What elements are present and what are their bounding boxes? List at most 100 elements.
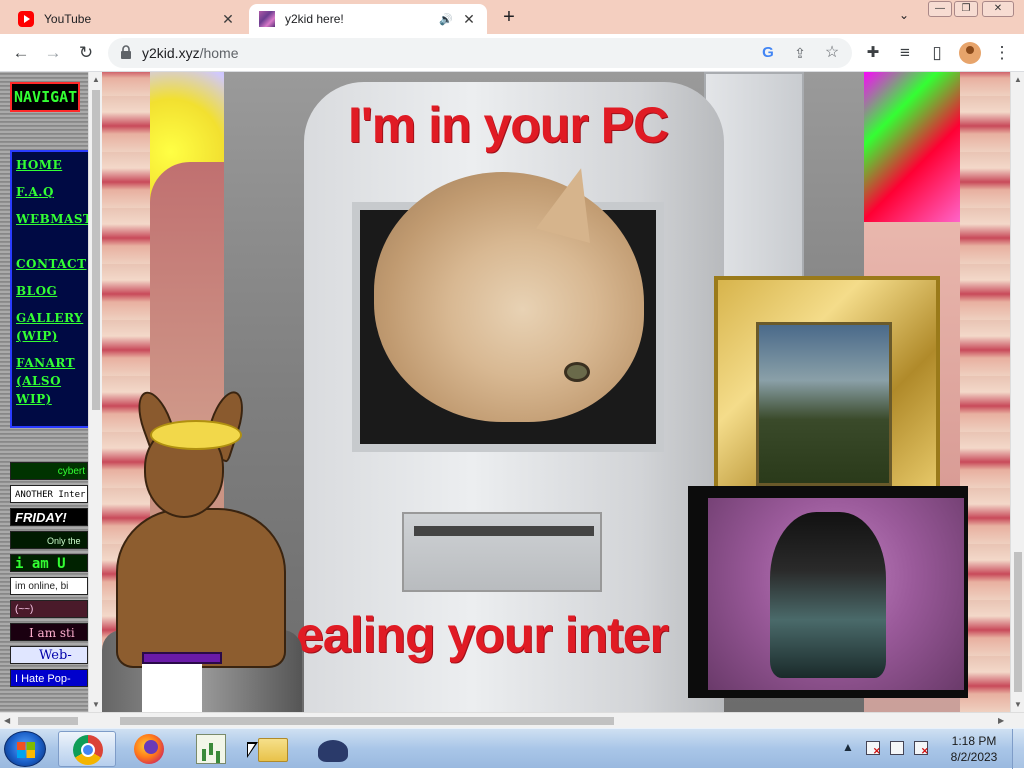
nav-link-webmaster[interactable]: WEBMASTER (16, 210, 88, 228)
side-panel-icon[interactable]: ▯ (926, 42, 948, 64)
clock-date: 8/2/2023 (950, 750, 998, 764)
forward-icon[interactable]: → (42, 42, 64, 64)
badge-button[interactable]: Web- (10, 646, 88, 664)
network-icon[interactable] (890, 741, 904, 755)
url-text[interactable]: y2kid.xyz/home (142, 45, 239, 61)
badge-button[interactable]: Only the (10, 531, 88, 549)
noisy-photo-image (688, 486, 968, 698)
url-host: y2kid.xyz (142, 45, 200, 61)
gold-frame-painting-image (714, 276, 940, 496)
volume-muted-icon[interactable] (914, 741, 929, 757)
character-belt (142, 652, 222, 664)
nav-link-gallery[interactable]: GALLERY (WIP) (16, 309, 86, 345)
scrollbar-thumb[interactable] (1014, 552, 1022, 692)
nav-link-blog[interactable]: BLOG (16, 282, 88, 300)
scrollbar-thumb[interactable] (92, 90, 100, 410)
menu-icon[interactable]: ⋮ (991, 42, 1013, 64)
tab-title: YouTube (44, 12, 92, 26)
badge-button[interactable]: ANOTHER Inter (10, 485, 88, 503)
nav-list: HOME F.A.Q WEBMASTER CONTACT BLOG GALLER… (10, 150, 88, 428)
scrollbar-thumb[interactable] (120, 717, 614, 725)
main-collage: I'm in your PC ealing your inter (102, 72, 1010, 712)
reload-icon[interactable]: ↻ (75, 42, 97, 64)
nav-heading: NAVIGATION (10, 82, 80, 112)
tab-title: y2kid here! (285, 12, 344, 26)
scroll-up-arrow-icon[interactable]: ▲ (92, 75, 100, 84)
mouse-cursor-icon (247, 742, 258, 758)
tab-search-icon[interactable]: ⌄ (894, 8, 914, 28)
taskbar-app-game[interactable] (306, 731, 364, 767)
nav-link-contact[interactable]: CONTACT (16, 255, 88, 273)
badge-button[interactable]: (~~) (10, 600, 88, 618)
scroll-right-arrow-icon[interactable]: ▶ (998, 716, 1004, 725)
chrome-icon (73, 735, 103, 765)
badge-button[interactable]: im online, bi (10, 577, 88, 595)
lock-icon[interactable] (120, 45, 132, 59)
browser-toolbar: ← → ↻ y2kid.xyz/home G ⇪ ☆ ✚ ≡ ▯ ⋮ (0, 34, 1024, 72)
game-launcher-icon (318, 740, 348, 762)
taskbar-app-chart[interactable] (182, 731, 240, 767)
google-lens-icon[interactable]: G (758, 43, 778, 63)
badge-button[interactable]: cybert (10, 462, 88, 480)
windows-taskbar: ▲ 1:18 PM 8/2/2023 (0, 728, 1024, 769)
tab-strip: YouTube ✕ y2kid here! 🔊 ✕ + ⌄ — ❐ ✕ (0, 0, 1024, 34)
flag-alert-icon[interactable] (866, 741, 881, 757)
system-clock[interactable]: 1:18 PM 8/2/2023 (944, 733, 1004, 765)
share-icon[interactable]: ⇪ (790, 43, 810, 63)
badge-button[interactable]: I am sti (10, 623, 88, 641)
cat-eye-image (564, 362, 590, 382)
scroll-down-arrow-icon[interactable]: ▼ (92, 700, 100, 709)
back-icon[interactable]: ← (10, 42, 32, 64)
horizontal-scrollbar[interactable]: ◀ ▶ (0, 712, 1024, 728)
taskbar-app-firefox[interactable] (120, 731, 178, 767)
show-hidden-icons-icon[interactable]: ▲ (842, 740, 854, 754)
nav-link-home[interactable]: HOME (16, 156, 88, 174)
page-scrollbar[interactable]: ▲ ▼ (1010, 72, 1024, 712)
y2kid-favicon (259, 11, 275, 27)
badge-button[interactable]: I Hate Pop- (10, 669, 88, 687)
tab-close-icon[interactable]: ✕ (459, 9, 479, 29)
extensions-icon[interactable]: ✚ (862, 42, 884, 64)
badge-button[interactable]: i am U (10, 554, 88, 572)
character-pants (142, 662, 202, 712)
url-path: /home (199, 45, 239, 61)
bookmark-star-icon[interactable]: ☆ (822, 43, 842, 63)
scroll-down-arrow-icon[interactable]: ▼ (1014, 700, 1022, 709)
chart-app-icon (196, 734, 226, 764)
tab-youtube[interactable]: YouTube ✕ (8, 4, 246, 34)
badge-list: cybert ANOTHER Inter FRIDAY! Only the i … (10, 462, 88, 692)
scrollbar-thumb[interactable] (18, 717, 78, 725)
meme-caption-top: I'm in your PC (348, 97, 669, 153)
taskbar-app-chrome[interactable] (58, 731, 116, 767)
landscape-painting (756, 322, 892, 486)
maximize-button[interactable]: ❐ (954, 1, 978, 17)
tab-close-icon[interactable]: ✕ (218, 9, 238, 29)
character-hair (150, 420, 242, 450)
collage-background-image (862, 72, 962, 222)
minimize-button[interactable]: — (928, 1, 952, 17)
nav-sidebar-frame: NAVIGATION HOME F.A.Q WEBMASTER CONTACT … (0, 72, 88, 712)
scroll-up-arrow-icon[interactable]: ▲ (1014, 75, 1022, 84)
scroll-left-arrow-icon[interactable]: ◀ (4, 716, 10, 725)
new-tab-button[interactable]: + (497, 6, 521, 30)
meme-caption-bottom: ealing your inter (296, 607, 669, 663)
firefox-icon (134, 734, 164, 764)
clock-time: 1:18 PM (951, 734, 997, 748)
fox-character-image (102, 386, 312, 712)
windows-logo-icon (17, 742, 35, 758)
nav-link-fanart[interactable]: FANART (ALSO WIP) (16, 354, 86, 408)
page-viewport: NAVIGATION HOME F.A.Q WEBMASTER CONTACT … (0, 72, 1024, 728)
address-bar[interactable]: y2kid.xyz/home G ⇪ ☆ (108, 38, 852, 68)
close-window-button[interactable]: ✕ (982, 1, 1014, 17)
tab-y2kid[interactable]: y2kid here! 🔊 ✕ (249, 4, 487, 34)
media-control-icon[interactable]: ≡ (894, 42, 916, 64)
badge-button[interactable]: FRIDAY! (10, 508, 88, 526)
folder-icon (258, 738, 288, 762)
nav-link-faq[interactable]: F.A.Q (16, 183, 88, 201)
photo-figure (770, 512, 886, 678)
sidebar-scrollbar[interactable]: ▲ ▼ (88, 72, 102, 712)
speaker-icon[interactable]: 🔊 (439, 13, 453, 26)
show-desktop-button[interactable] (1012, 729, 1024, 769)
profile-avatar[interactable] (959, 42, 981, 64)
start-button[interactable] (4, 731, 46, 767)
